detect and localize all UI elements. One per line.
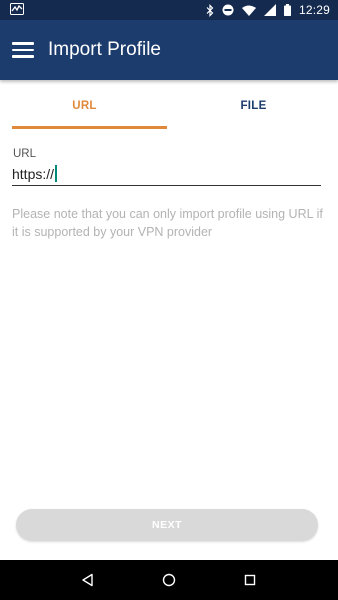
- bluetooth-icon: [206, 3, 214, 17]
- do-not-disturb-icon: [222, 4, 234, 16]
- home-icon[interactable]: [162, 573, 176, 587]
- url-input-value: https://: [12, 165, 55, 182]
- url-field-label: URL: [13, 148, 37, 160]
- import-note: Please note that you can only import pro…: [12, 207, 323, 239]
- next-button[interactable]: NEXT: [16, 509, 318, 541]
- tab-file[interactable]: FILE: [169, 80, 338, 132]
- wifi-icon: [241, 5, 256, 16]
- activity-icon: [10, 2, 24, 18]
- navigation-bar: [0, 560, 338, 600]
- active-tab-indicator: [12, 126, 167, 129]
- tab-bar: URL FILE: [0, 80, 338, 132]
- recents-icon[interactable]: [243, 573, 257, 587]
- url-input[interactable]: https://: [12, 162, 321, 186]
- text-cursor: [55, 165, 57, 182]
- status-bar: 12:29: [0, 0, 338, 20]
- app-bar: Import Profile: [0, 20, 338, 80]
- signal-icon: [263, 4, 276, 16]
- menu-icon[interactable]: [12, 39, 34, 61]
- back-icon[interactable]: [81, 573, 95, 587]
- status-time: 12:29: [298, 3, 330, 17]
- tab-url[interactable]: URL: [0, 80, 169, 132]
- battery-icon: [283, 4, 291, 16]
- page-title: Import Profile: [48, 39, 161, 60]
